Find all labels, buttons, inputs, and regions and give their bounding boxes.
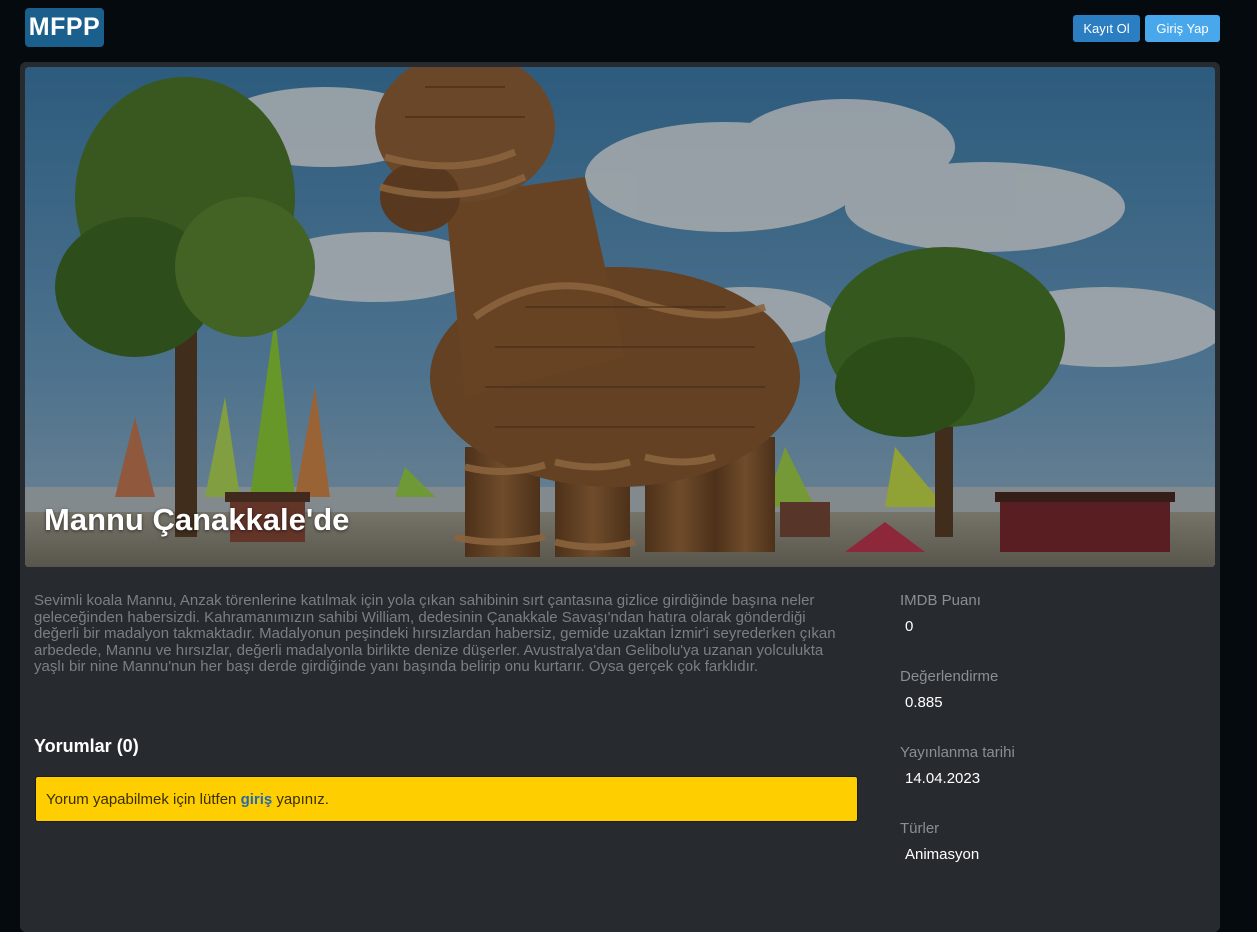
navbar: MFPP Kayıt Ol Giriş Yap	[0, 0, 1257, 56]
movie-title: Mannu Çanakkale'de	[44, 502, 350, 537]
rating-label: Değerlendirme	[900, 668, 999, 685]
hero-illustration	[25, 67, 1215, 567]
rating-value: 0.885	[905, 694, 943, 711]
register-button[interactable]: Kayıt Ol	[1073, 15, 1140, 42]
imdb-value: 0	[905, 618, 914, 635]
movie-description: Sevimli koala Mannu, Anzak törenlerine k…	[34, 592, 836, 676]
genre-tag[interactable]: Animasyon	[905, 846, 979, 863]
comments-heading: Yorumlar (0)	[34, 736, 139, 756]
release-date-label: Yayınlanma tarihi	[900, 744, 1015, 761]
site-logo[interactable]: MFPP	[25, 8, 104, 47]
movie-hero-image: Mannu Çanakkale'de	[25, 67, 1215, 567]
login-required-alert: Yorum yapabilmek için lütfen giriş yapın…	[35, 776, 858, 822]
alert-suffix: yapınız.	[276, 791, 329, 808]
genres-label: Türler	[900, 820, 940, 837]
login-button[interactable]: Giriş Yap	[1145, 15, 1220, 42]
imdb-label: IMDB Puanı	[900, 592, 981, 609]
release-date-value: 14.04.2023	[905, 770, 981, 787]
alert-prefix: Yorum yapabilmek için lütfen	[46, 791, 237, 808]
alert-login-link[interactable]: giriş	[241, 791, 273, 808]
movie-card: Mannu Çanakkale'de Sevimli koala Mannu, …	[20, 62, 1220, 932]
